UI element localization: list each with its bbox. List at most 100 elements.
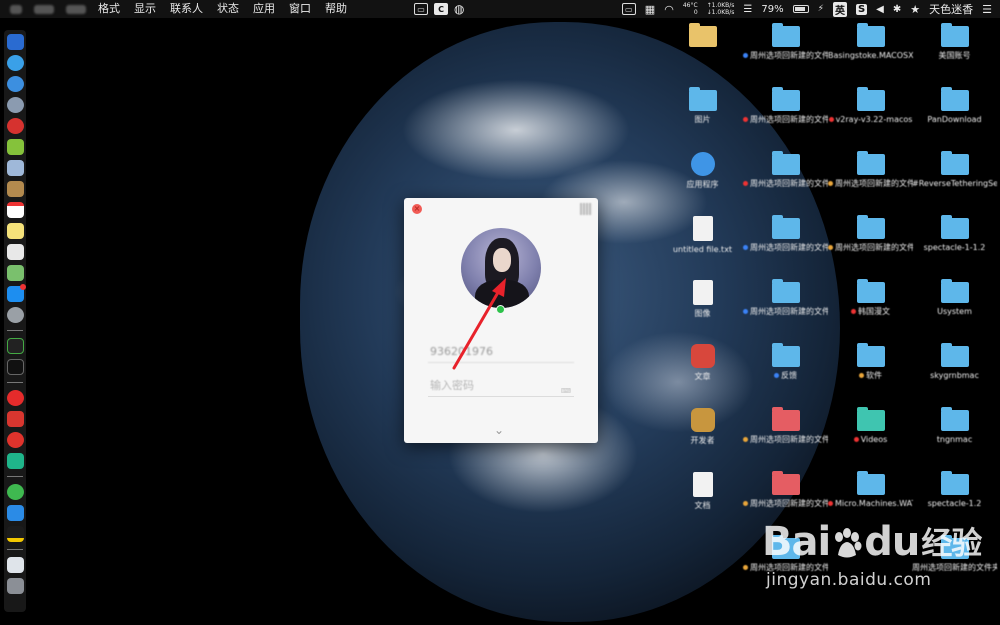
weibo-dock-icon[interactable] <box>6 432 24 448</box>
green-app-dock-icon[interactable] <box>6 453 24 469</box>
desktop-item[interactable]: skygrnbmac <box>912 342 997 404</box>
desktop-item[interactable]: 美国账号 <box>912 22 997 84</box>
power-icon[interactable]: ⚡ <box>818 4 824 14</box>
notes-dock-icon[interactable] <box>6 223 24 239</box>
desktop-item[interactable]: 韩国漫文 <box>828 278 913 340</box>
volume-icon[interactable]: ◀ <box>876 4 884 15</box>
desktop-item[interactable]: Basingstoke.MACOSX-OGG <box>828 22 913 84</box>
desktop-item[interactable]: PanDownload <box>912 86 997 148</box>
desktop-item[interactable]: 周州选项回新建的文件夹 7 <box>743 214 828 276</box>
desktop-item[interactable] <box>660 22 745 84</box>
password-placeholder: 输入密码 <box>430 379 474 392</box>
reminders-dock-icon[interactable] <box>6 244 24 260</box>
keyboard-icon[interactable]: ⌨ <box>561 380 571 403</box>
desktop-item[interactable]: 周州选项回新建的文件夹 10 <box>743 86 828 148</box>
desktop-item[interactable]: 反馈 <box>743 342 828 404</box>
safari-dock-icon[interactable] <box>6 76 24 92</box>
app-menu-blurred[interactable] <box>34 4 54 14</box>
desktop-item[interactable]: 图片 <box>660 86 745 148</box>
user-avatar[interactable] <box>461 228 541 308</box>
tag-icon <box>743 53 748 58</box>
stats-monitor[interactable]: 46°C 0 <box>683 2 698 16</box>
clipboard-app-icon[interactable]: C <box>434 3 448 15</box>
desktop-item[interactable]: Videos <box>828 406 913 468</box>
online-status-icon[interactable] <box>496 305 505 314</box>
desktop-item[interactable]: 周州选项回新建的文件夹 13 <box>828 150 913 212</box>
bluetooth-icon[interactable]: ✱ <box>893 4 901 15</box>
star-icon[interactable]: ★ <box>910 3 920 16</box>
app-store-dock-icon[interactable] <box>6 284 26 302</box>
trash-dock-icon[interactable] <box>6 578 24 594</box>
globe-icon[interactable]: ◍ <box>454 2 464 16</box>
photos-dock-icon[interactable] <box>6 265 24 281</box>
menu-status[interactable]: 状态 <box>217 0 239 18</box>
contacts-dock-icon[interactable] <box>6 181 24 197</box>
menu-apps[interactable]: 应用 <box>253 0 275 18</box>
qr-code-login-icon[interactable] <box>580 203 592 215</box>
battery-icon[interactable] <box>792 5 809 13</box>
password-input[interactable]: 输入密码 ⌨ <box>428 374 574 397</box>
system-preferences-dock-icon[interactable] <box>6 307 24 323</box>
desktop-item[interactable]: 应用程序 <box>660 150 745 212</box>
preview-dock-icon[interactable] <box>6 160 24 176</box>
chevron-down-icon[interactable]: ⌄ <box>494 424 504 436</box>
menu-help[interactable]: 帮助 <box>325 0 347 18</box>
desktop-item[interactable]: 文档 <box>660 470 745 532</box>
desktop-item[interactable]: 周州选项回新建的文件夹 12 <box>828 214 913 276</box>
cast-icon[interactable]: ▭ <box>621 3 636 15</box>
folder-icon <box>856 87 885 111</box>
user-name[interactable]: 天色迷香 <box>929 1 973 17</box>
android-dock-icon[interactable] <box>6 139 24 155</box>
apple-menu-blurred[interactable] <box>10 4 22 14</box>
calendar-dock-icon[interactable] <box>6 202 24 218</box>
folder-icon <box>940 215 969 239</box>
launchpad-dock-icon[interactable] <box>6 97 24 113</box>
list-icon[interactable]: ☰ <box>743 4 752 15</box>
desktop-item[interactable]: untitled file.txt <box>660 214 745 276</box>
activity-monitor-dock-icon[interactable] <box>6 338 24 354</box>
siri-dock-icon[interactable] <box>6 55 24 71</box>
tag-icon <box>828 501 833 506</box>
desktop-item[interactable]: tngnmac <box>912 406 997 468</box>
desktop-item[interactable]: 开发者 <box>660 406 745 468</box>
tag-icon <box>853 437 859 442</box>
downloads-dock-icon[interactable] <box>6 557 24 573</box>
battery-percent[interactable]: 79% <box>761 4 783 15</box>
desktop-item[interactable]: 软件 <box>828 342 913 404</box>
desktop-item[interactable]: 周州选项回新建的文件夹 9 <box>743 150 828 212</box>
netease-dock-icon[interactable] <box>6 118 24 134</box>
desktop-item[interactable]: Usystem <box>912 278 997 340</box>
tag-icon <box>743 245 748 250</box>
desktop-item[interactable]: v2ray-v3.22-macos <box>828 86 913 148</box>
badge-icon <box>19 284 26 290</box>
grid-app-icon[interactable]: ▦ <box>645 3 655 16</box>
yandex-dock-icon[interactable] <box>6 390 24 406</box>
menu-view[interactable]: 显示 <box>134 0 156 18</box>
vivaldi-dock-icon[interactable] <box>6 411 24 427</box>
terminal-dock-icon[interactable] <box>6 359 24 375</box>
menu-contacts[interactable]: 联系人 <box>170 0 203 18</box>
screen-capture-icon[interactable]: ▭ <box>414 3 428 15</box>
sogou-ime-icon[interactable]: S <box>855 3 868 15</box>
finder-dock-icon[interactable] <box>6 34 24 50</box>
desktop-item[interactable]: 图像 <box>660 278 745 340</box>
menu-format[interactable]: 格式 <box>98 0 120 18</box>
menu-window[interactable]: 窗口 <box>289 0 311 18</box>
close-button[interactable]: × <box>412 204 422 214</box>
desktop-item[interactable]: 周州选项回新建的文件夹 2 <box>743 22 828 84</box>
app-icon <box>690 344 715 368</box>
account-input[interactable]: 936201976 <box>428 341 574 363</box>
baidu-netdisk-dock-icon[interactable] <box>6 505 24 521</box>
desktop-item[interactable]: 周州选项回新建的文件夹 4 <box>743 406 828 468</box>
wechat-dock-icon[interactable] <box>6 484 24 500</box>
input-method-indicator[interactable]: 英 <box>832 1 847 17</box>
desktop-item[interactable]: #ReverseTetheringServer_1.2.0 <box>912 150 997 212</box>
qq-dock-icon[interactable] <box>6 526 24 542</box>
notification-center-icon[interactable]: ☰ <box>982 3 992 16</box>
desktop-item[interactable]: 周州选项回新建的文件夹 3 <box>743 278 828 340</box>
network-monitor[interactable]: ↑1.0KB/s ↓1.0KB/s <box>707 2 735 16</box>
wifi-icon[interactable]: ◠ <box>664 3 674 16</box>
desktop-item[interactable]: 文章 <box>660 342 745 404</box>
menu-blurred-2[interactable] <box>66 4 86 14</box>
desktop-item[interactable]: spectacle-1-1.2 <box>912 214 997 276</box>
